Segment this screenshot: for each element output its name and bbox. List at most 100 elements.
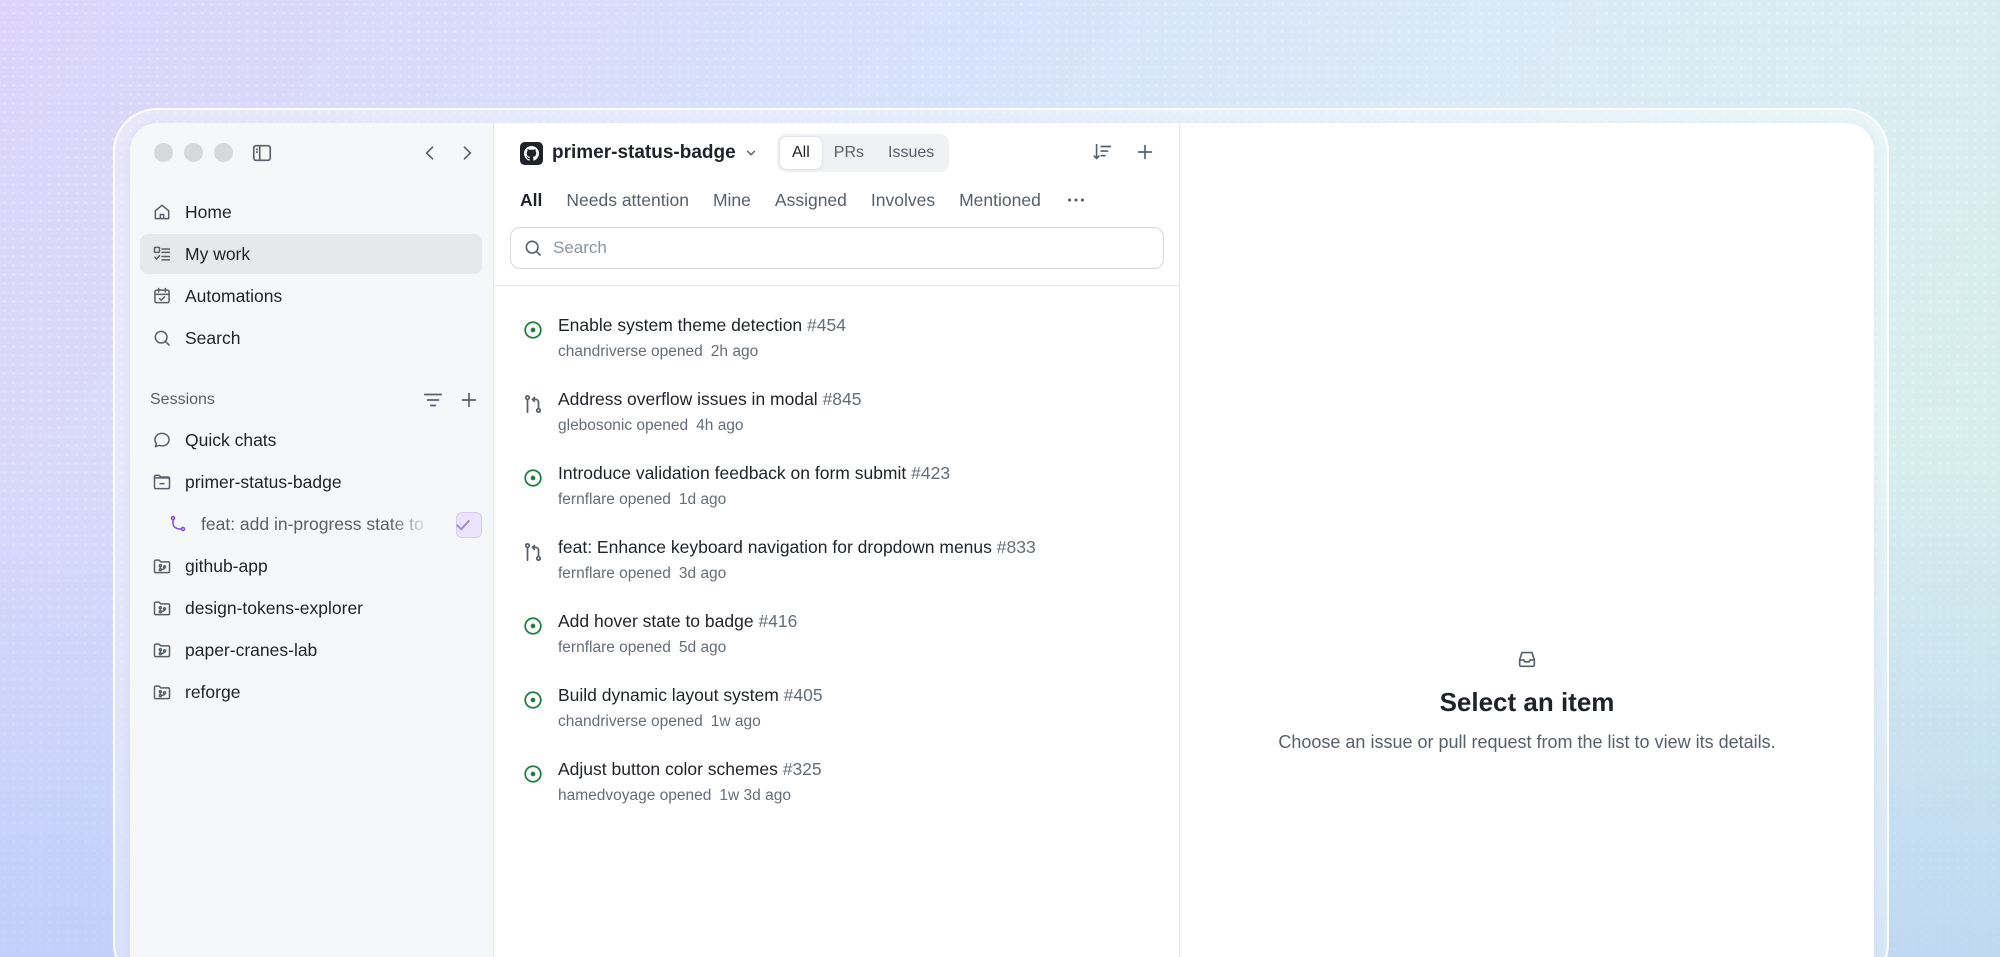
segment-prs[interactable]: PRs <box>822 137 876 169</box>
close-window-button[interactable] <box>154 143 173 162</box>
item-author: fernflare opened <box>558 639 671 656</box>
list-item[interactable]: Introduce validation feedback on form su… <box>494 449 1180 523</box>
home-icon <box>154 204 170 220</box>
filter-tab-needs-attention[interactable]: Needs attention <box>566 190 689 211</box>
zoom-window-button[interactable] <box>214 143 233 162</box>
item-title: Build dynamic layout system <box>558 685 779 705</box>
inbox-icon <box>1518 651 1536 668</box>
sessions-label: Sessions <box>150 391 215 408</box>
item-title: Enable system theme detection <box>558 315 803 335</box>
pull-request-icon <box>524 542 542 562</box>
more-horizontal-icon[interactable] <box>1065 189 1087 211</box>
session-label: paper-cranes-lab <box>185 639 318 660</box>
sessions-list: Quick chats primer-status-badge feat: ad… <box>140 420 482 714</box>
list-item[interactable]: Address overflow issues in modal #845 gl… <box>494 375 1180 449</box>
filter-tab-all[interactable]: All <box>520 190 542 211</box>
add-session-icon[interactable] <box>458 389 480 411</box>
session-quick-chats[interactable]: Quick chats <box>140 420 482 460</box>
sidebar-toggle-icon[interactable] <box>251 142 273 164</box>
list-divider <box>494 285 1180 286</box>
item-author: fernflare opened <box>558 565 671 582</box>
session-label: reforge <box>185 681 241 702</box>
nav-item-label: Home <box>185 201 232 222</box>
nav-item-label: My work <box>185 243 251 264</box>
item-time: 5d ago <box>678 639 727 656</box>
issue-open-icon <box>524 321 542 339</box>
minimize-window-button[interactable] <box>184 143 203 162</box>
search-input[interactable] <box>553 238 1133 258</box>
repo-folder-icon <box>153 559 171 574</box>
empty-state: Select an item Choose an issue or pull r… <box>1180 648 1874 753</box>
git-branch-icon <box>170 515 186 532</box>
list-item[interactable]: Adjust button color schemes #325 hamedvo… <box>494 745 1180 819</box>
search-icon <box>525 240 541 256</box>
chevron-down-icon <box>746 150 755 156</box>
search-field <box>510 227 1164 269</box>
session-feat-in-progress[interactable]: feat: add in-progress state to <box>140 504 482 544</box>
item-author: chandriverse opened <box>558 713 703 730</box>
list-item[interactable]: Enable system theme detection #454 chand… <box>494 301 1180 375</box>
filter-tabs: All Needs attention Mine Assigned Involv… <box>520 185 1087 215</box>
sessions-header: Sessions <box>150 385 480 415</box>
chevron-right-icon[interactable] <box>457 143 477 163</box>
item-time: 4h ago <box>696 417 744 434</box>
filter-tab-mine[interactable]: Mine <box>713 190 751 211</box>
list-item[interactable]: Add hover state to badge #416 fernflare … <box>494 597 1180 671</box>
session-label: design-tokens-explorer <box>185 597 364 618</box>
nav-item-my-work[interactable]: My work <box>140 234 482 274</box>
item-time: 1d ago <box>678 491 727 508</box>
segment-issues[interactable]: Issues <box>876 137 946 169</box>
item-time: 1w ago <box>710 713 761 730</box>
list-item[interactable]: feat: Enhance keyboard navigation for dr… <box>494 523 1180 597</box>
item-author: chandriverse opened <box>558 343 703 360</box>
nav-item-automations[interactable]: Automations <box>140 276 482 316</box>
session-github-app[interactable]: github-app <box>140 546 482 586</box>
item-number: #454 <box>807 315 846 335</box>
sidebar: Home My work Automations Search Sessions <box>130 123 494 957</box>
check-icon <box>455 519 470 531</box>
item-title: Introduce validation feedback on form su… <box>558 463 907 483</box>
list-item[interactable]: Build dynamic layout system #405 chandri… <box>494 671 1180 745</box>
github-logo-icon <box>520 141 543 165</box>
session-label: primer-status-badge <box>185 471 342 492</box>
item-number: #416 <box>758 611 798 631</box>
nav-item-search[interactable]: Search <box>140 318 482 358</box>
nav-item-home[interactable]: Home <box>140 192 482 232</box>
pull-request-icon <box>524 394 542 414</box>
primary-nav: Home My work Automations Search <box>140 192 482 360</box>
issue-open-icon <box>524 691 542 709</box>
checklist-icon <box>153 246 171 261</box>
session-paper-cranes-lab[interactable]: paper-cranes-lab <box>140 630 482 670</box>
list-pane: primer-status-badge All PRs Issues All N… <box>494 123 1180 957</box>
item-number: #405 <box>783 685 823 705</box>
session-design-tokens-explorer[interactable]: design-tokens-explorer <box>140 588 482 628</box>
window-controls <box>154 143 233 162</box>
issue-open-icon <box>524 617 542 635</box>
session-reforge[interactable]: reforge <box>140 672 482 712</box>
issue-list: Enable system theme detection #454 chand… <box>494 301 1180 819</box>
session-status-badge <box>455 512 482 538</box>
type-segmented-control: All PRs Issues <box>777 134 950 172</box>
repo-name: primer-status-badge <box>552 142 736 163</box>
sort-icon[interactable] <box>1092 141 1114 163</box>
chevron-left-icon[interactable] <box>420 143 440 163</box>
detail-pane: Select an item Choose an issue or pull r… <box>1180 123 1874 957</box>
nav-item-label: Automations <box>185 285 283 306</box>
item-time: 1w 3d ago <box>719 787 791 804</box>
filter-tab-assigned[interactable]: Assigned <box>775 190 847 211</box>
item-title: Address overflow issues in modal <box>558 389 818 409</box>
item-title: Add hover state to badge <box>558 611 754 631</box>
item-title: Adjust button color schemes <box>558 759 778 779</box>
chat-bubble-icon <box>154 432 170 448</box>
repo-folder-icon <box>153 643 171 658</box>
repo-folder-icon <box>153 685 171 700</box>
new-item-icon[interactable] <box>1134 141 1156 163</box>
filter-icon[interactable] <box>422 389 444 411</box>
session-primer-status-badge[interactable]: primer-status-badge <box>140 462 482 502</box>
empty-state-subtitle: Choose an issue or pull request from the… <box>1278 732 1776 752</box>
repo-selector[interactable]: primer-status-badge <box>520 139 758 167</box>
filter-tab-involves[interactable]: Involves <box>871 190 935 211</box>
filter-tab-mentioned[interactable]: Mentioned <box>959 190 1041 211</box>
segment-all[interactable]: All <box>780 137 822 169</box>
empty-state-title: Select an item <box>1439 687 1615 717</box>
